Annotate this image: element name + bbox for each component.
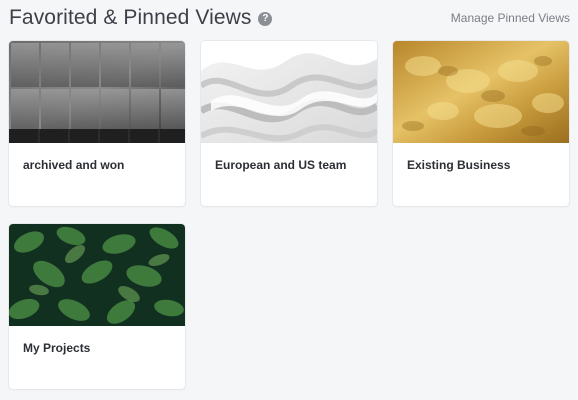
favorited-pinned-views-page: Favorited & Pinned Views ? Manage Pinned… bbox=[0, 0, 578, 400]
view-label: archived and won bbox=[23, 158, 125, 172]
view-label: European and US team bbox=[215, 158, 347, 172]
view-label: My Projects bbox=[23, 341, 91, 355]
help-icon[interactable]: ? bbox=[258, 11, 273, 26]
view-card-european-and-us-team[interactable]: European and US team bbox=[201, 41, 377, 206]
view-card-my-projects[interactable]: My Projects bbox=[9, 224, 185, 389]
view-thumbnail bbox=[9, 41, 185, 143]
section-title: Favorited & Pinned Views bbox=[9, 6, 252, 29]
view-thumbnail bbox=[393, 41, 569, 143]
view-label: Existing Business bbox=[407, 158, 511, 172]
section-header: Favorited & Pinned Views ? Manage Pinned… bbox=[9, 4, 570, 32]
manage-pinned-views-link[interactable]: Manage Pinned Views bbox=[451, 11, 570, 25]
view-thumbnail bbox=[201, 41, 377, 143]
view-card-archived-and-won[interactable]: archived and won bbox=[9, 41, 185, 206]
view-thumbnail bbox=[9, 224, 185, 326]
view-card-existing-business[interactable]: Existing Business bbox=[393, 41, 569, 206]
